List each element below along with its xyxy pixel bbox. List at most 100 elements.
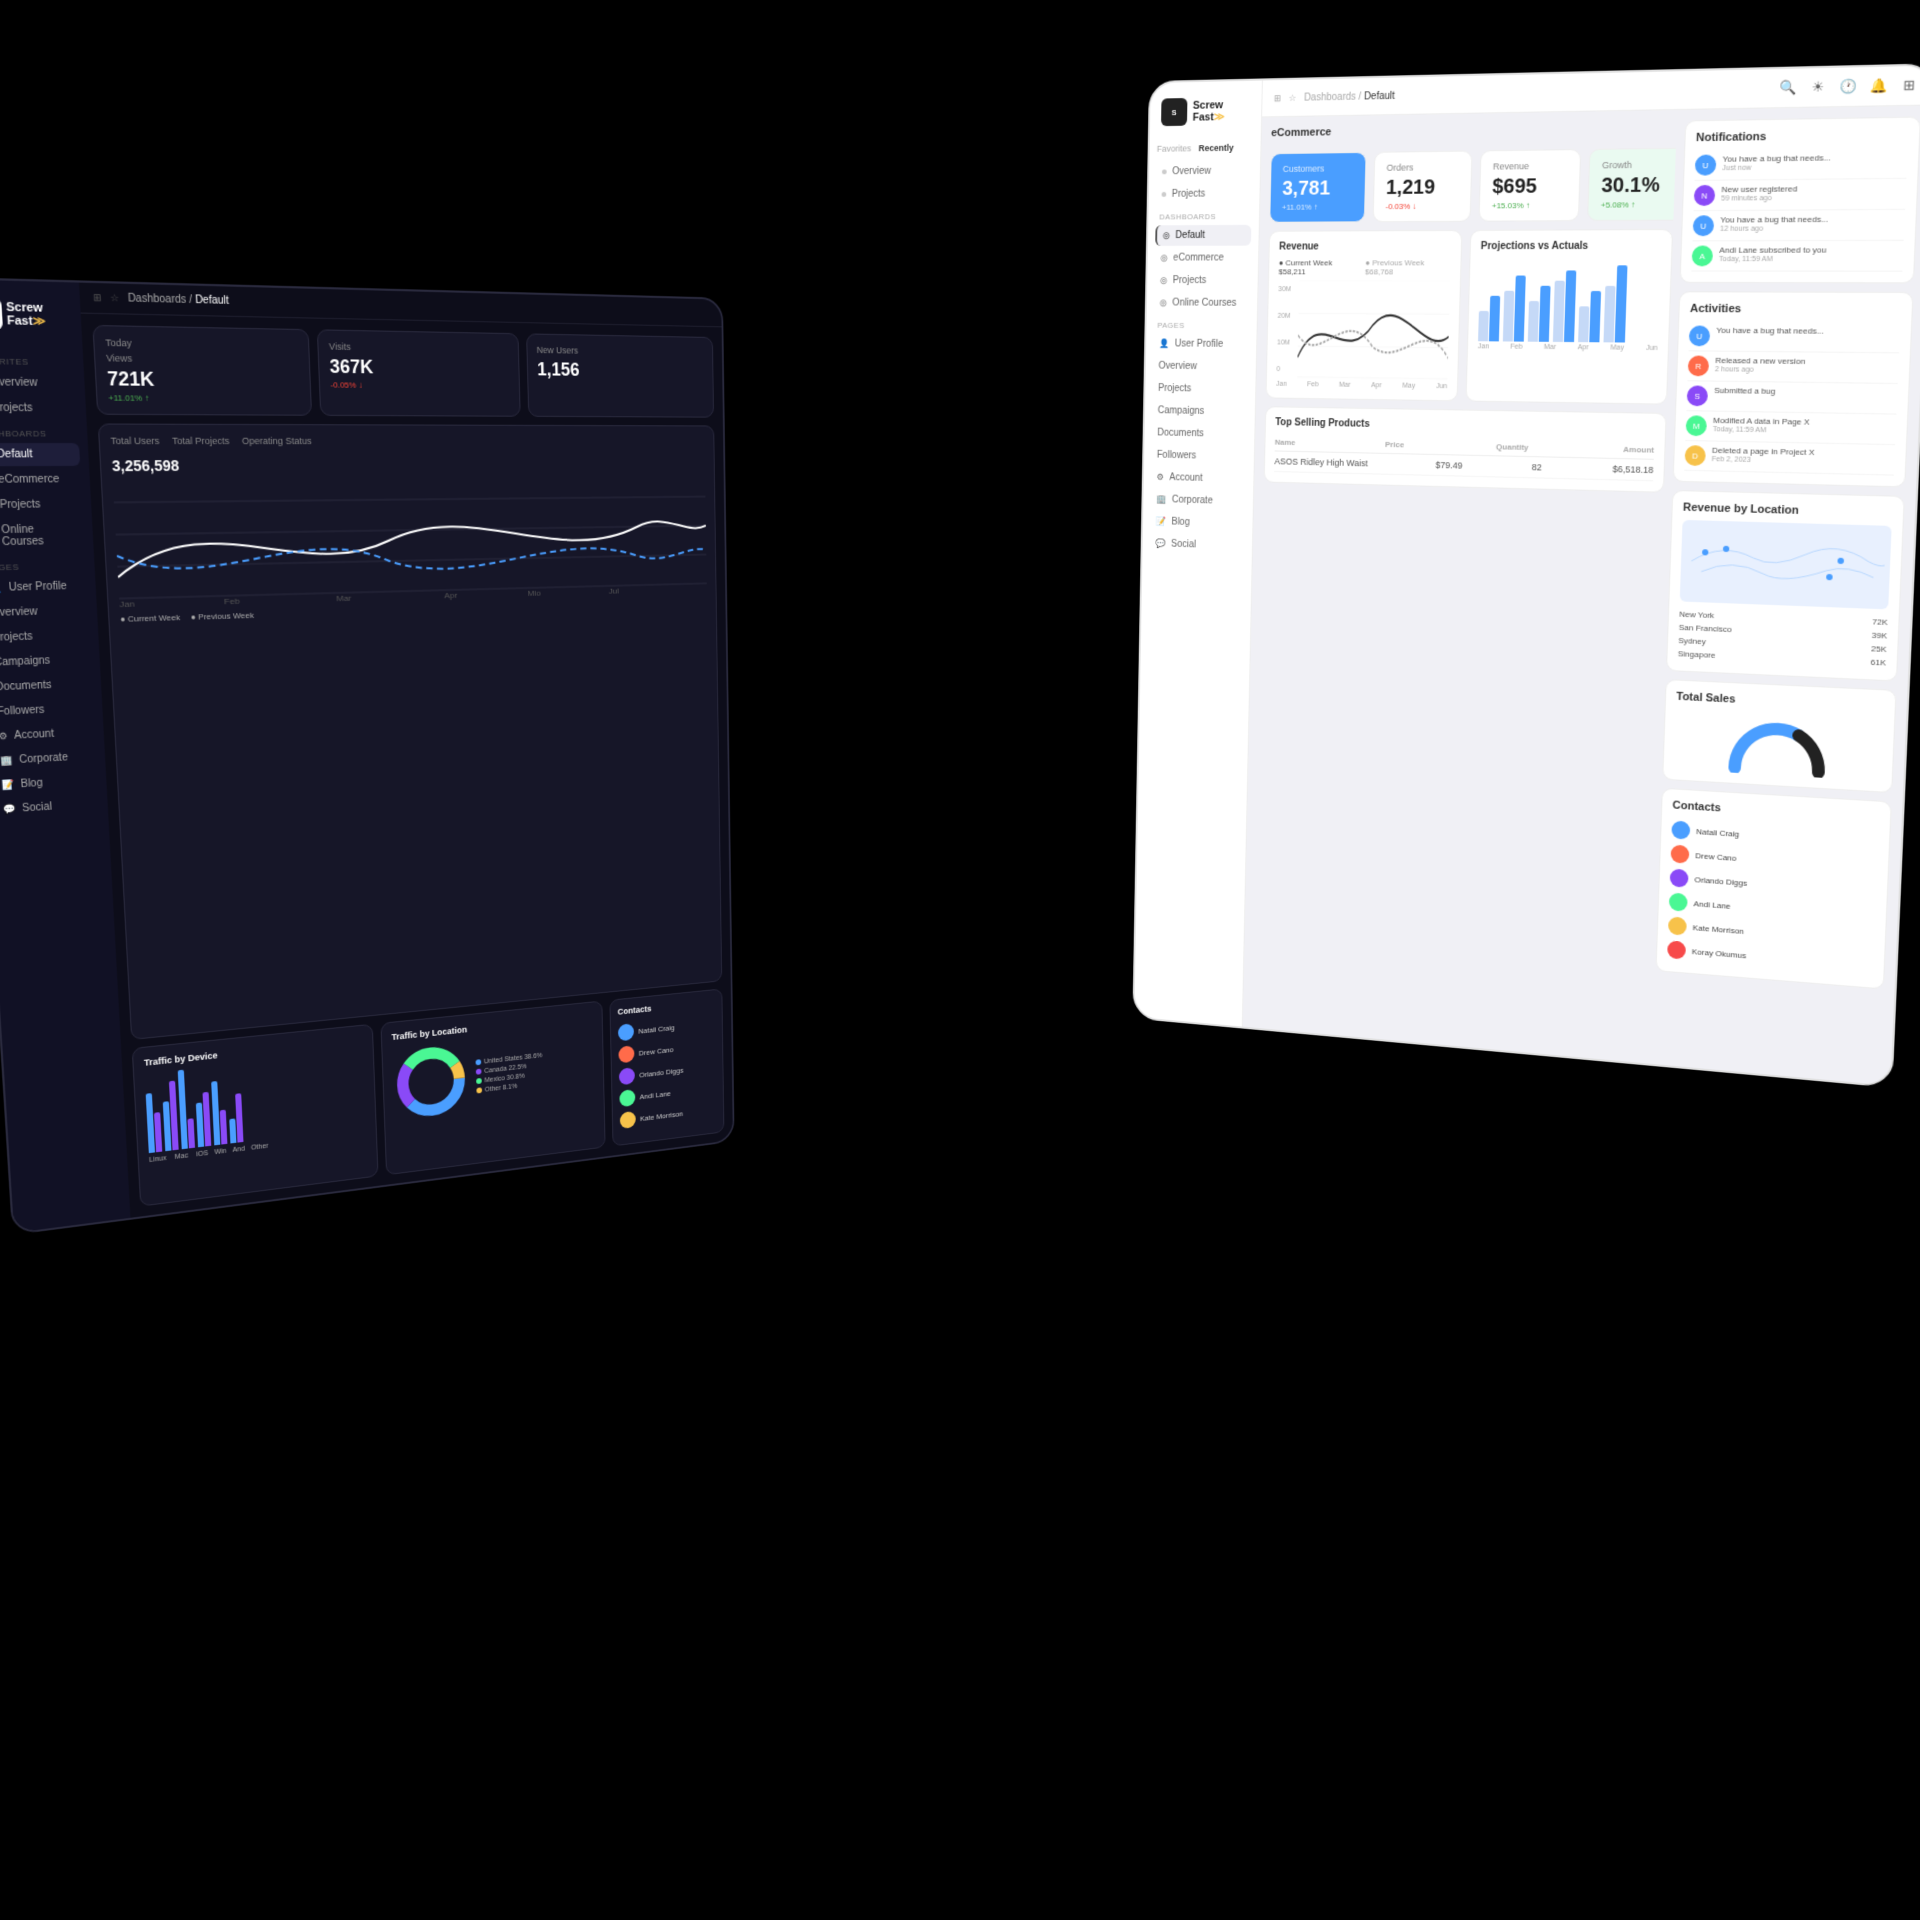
svg-text:Jul: Jul bbox=[609, 586, 619, 595]
dark-traffic-location-card: Traffic by Location United States 38.6% bbox=[380, 1001, 605, 1176]
light-act-3-text: Submitted a bug bbox=[1714, 386, 1776, 408]
light-projections-title: Projections vs Actuals bbox=[1481, 240, 1662, 252]
dark-nav-ecommerce[interactable]: ◎ eCommerce bbox=[0, 468, 82, 492]
dark-total-users-value: 3,256,598 bbox=[112, 456, 706, 475]
dark-nav-user-profile[interactable]: 👤 User Profile bbox=[0, 575, 88, 600]
light-sidebar: S ScrewFast≫ Favorites Recently Overview… bbox=[1134, 80, 1263, 1026]
light-nav-ecommerce[interactable]: ◎ eCommerce bbox=[1155, 248, 1251, 269]
light-loc-ny-value: 72K bbox=[1872, 617, 1888, 627]
light-avatar-natali bbox=[1671, 820, 1690, 839]
dark-nav-online-courses[interactable]: ◎ Online Courses bbox=[0, 518, 85, 554]
light-product-qty: 82 bbox=[1532, 462, 1542, 472]
light-nav-page-overview[interactable]: Overview bbox=[1153, 356, 1249, 378]
dark-visits-label: Visits bbox=[329, 341, 508, 354]
light-monitor: S ScrewFast≫ Favorites Recently Overview… bbox=[1132, 63, 1920, 1088]
light-nav-online-courses[interactable]: ◎ Online Courses bbox=[1154, 293, 1250, 314]
light-sun-icon[interactable]: ☀ bbox=[1807, 76, 1829, 98]
dark-nav-projects-dash[interactable]: ◎ Projects bbox=[0, 493, 83, 517]
dark-traffic-device-card: Traffic by Device bbox=[132, 1024, 379, 1207]
light-growth-value: 30.1% bbox=[1601, 174, 1677, 199]
light-notif-1-text: You have a bug that needs... bbox=[1722, 153, 1831, 165]
dark-donut-legend: United States 38.6% Canada 22.5% Mexico … bbox=[475, 1052, 543, 1094]
light-gauge bbox=[1674, 709, 1884, 781]
light-stats-row: Customers 3,781 +11.01% ↑ Orders 1,219 -… bbox=[1269, 148, 1676, 223]
light-history-icon[interactable]: 🕐 bbox=[1837, 76, 1860, 98]
light-tab-favorites[interactable]: Favorites bbox=[1157, 143, 1191, 153]
light-growth-card: Growth 30.1% +5.08% ↑ bbox=[1587, 147, 1677, 221]
light-act-4-avatar: M bbox=[1686, 415, 1707, 436]
svg-text:Jan: Jan bbox=[119, 599, 135, 609]
light-name-drew: Drew Cano bbox=[1695, 851, 1737, 863]
light-nav-user-profile[interactable]: 👤 User Profile bbox=[1153, 334, 1249, 355]
light-nav-projects[interactable]: Projects bbox=[1156, 183, 1252, 205]
dark-nav-campaigns[interactable]: Campaigns bbox=[0, 648, 92, 674]
dark-logo-text: ScrewFast≫ bbox=[6, 301, 46, 329]
light-act-3-avatar: S bbox=[1687, 385, 1709, 406]
light-act-1: U You have a bug that needs... bbox=[1689, 321, 1901, 353]
dark-op-status-label: Operating Status bbox=[242, 436, 312, 447]
light-loc-sydney-value: 25K bbox=[1871, 644, 1887, 654]
light-revenue-change: +15.03% ↑ bbox=[1492, 201, 1567, 211]
dark-nav-page-overview[interactable]: Overview bbox=[0, 599, 89, 624]
dark-stats-row: Today Views 721K +11.01% ↑ Visits 367K -… bbox=[92, 325, 714, 418]
dark-new-users-card: New Users 1,156 bbox=[526, 333, 714, 417]
dark-nav-overview[interactable]: Overview bbox=[0, 371, 76, 395]
dark-nav-corporate[interactable]: 🏢 Corporate bbox=[0, 745, 97, 772]
light-nav-followers[interactable]: Followers bbox=[1151, 445, 1246, 468]
light-loc-sf-city: San Francisco bbox=[1679, 623, 1732, 634]
dark-nav-documents[interactable]: Documents bbox=[0, 673, 93, 699]
light-loc-sf-value: 39K bbox=[1872, 631, 1888, 641]
light-nav-projects-dash[interactable]: ◎ Projects bbox=[1154, 270, 1250, 291]
light-projections-chart: Projections vs Actuals bbox=[1465, 229, 1673, 405]
light-activities-card: Activities U You have a bug that needs..… bbox=[1673, 291, 1914, 487]
scene: S ScrewFast≫ Favorites Overview Projects… bbox=[0, 0, 1920, 1920]
light-nav-social[interactable]: 💬 Social bbox=[1150, 533, 1245, 556]
light-customers-change: +11.01% ↑ bbox=[1282, 202, 1353, 211]
light-contacts-card: Contacts Natali Craig Drew Cano bbox=[1655, 788, 1891, 990]
dark-views-change: +11.01% ↑ bbox=[108, 393, 301, 404]
light-notifications-card: Notifications U You have a bug that need… bbox=[1680, 116, 1920, 283]
light-grid-icon[interactable]: ⊞ bbox=[1898, 74, 1920, 96]
dark-nav-default[interactable]: ◎ Default bbox=[0, 443, 80, 466]
light-nav-default[interactable]: ◎ Default bbox=[1155, 225, 1251, 246]
light-tab-recently[interactable]: Recently bbox=[1199, 143, 1234, 153]
light-nav-blog[interactable]: 📝 Blog bbox=[1150, 511, 1245, 534]
dark-nav-account[interactable]: ⚙ Account bbox=[0, 721, 96, 748]
light-customers-label: Customers bbox=[1283, 163, 1354, 174]
light-content-area: eCommerce Customers 3,781 +11.01% ↑ Orde… bbox=[1243, 105, 1920, 1085]
light-nav-corporate[interactable]: 🏢 Corporate bbox=[1150, 489, 1245, 512]
dark-nav-followers[interactable]: Followers bbox=[0, 697, 94, 724]
svg-text:Mar: Mar bbox=[336, 593, 352, 603]
light-act-1-avatar: U bbox=[1689, 325, 1711, 346]
dark-nav-page-projects[interactable]: Projects bbox=[0, 624, 90, 650]
light-notification-icon[interactable]: 🔔 bbox=[1867, 75, 1890, 97]
light-nav-account[interactable]: ⚙ Account bbox=[1151, 467, 1246, 490]
light-pvs-bars bbox=[1478, 260, 1661, 343]
dark-today-label: Today bbox=[105, 337, 298, 351]
light-act-1-text: You have a bug that needs... bbox=[1716, 326, 1824, 348]
light-customers-card: Customers 3,781 +11.01% ↑ bbox=[1269, 152, 1366, 223]
light-section-dashboards: Dashboards bbox=[1156, 206, 1252, 223]
light-nav-campaigns[interactable]: Campaigns bbox=[1152, 400, 1248, 422]
dark-nav-social[interactable]: 💬 Social bbox=[0, 793, 100, 821]
light-notif-4-avatar: A bbox=[1692, 246, 1714, 267]
light-avatar-andi bbox=[1669, 892, 1688, 911]
light-logo-text: ScrewFast≫ bbox=[1193, 99, 1225, 124]
light-col-quantity: Quantity bbox=[1496, 442, 1529, 452]
dark-nav-blog[interactable]: 📝 Blog bbox=[0, 769, 98, 797]
light-avatar-kate bbox=[1668, 916, 1687, 935]
dark-total-projects-label: Total Projects bbox=[172, 436, 230, 447]
light-act-5-avatar: D bbox=[1684, 445, 1705, 466]
light-name-koray: Koray Okumus bbox=[1692, 947, 1747, 960]
light-notif-3-time: 12 hours ago bbox=[1720, 226, 1828, 234]
light-nav-overview[interactable]: Overview bbox=[1156, 160, 1252, 182]
light-col-name: Name bbox=[1275, 438, 1296, 447]
light-name-natali: Natali Craig bbox=[1696, 827, 1739, 839]
light-search-button[interactable]: 🔍 bbox=[1777, 77, 1799, 99]
light-avatar-drew bbox=[1670, 845, 1689, 864]
light-nav-documents[interactable]: Documents bbox=[1152, 423, 1247, 445]
light-nav-page-projects[interactable]: Projects bbox=[1152, 378, 1248, 400]
dark-nav-projects[interactable]: Projects bbox=[0, 396, 78, 420]
light-products-title: Top Selling Products bbox=[1275, 417, 1655, 435]
light-notif-4: A Andi Lane subscribed to you Today, 11:… bbox=[1691, 241, 1903, 272]
